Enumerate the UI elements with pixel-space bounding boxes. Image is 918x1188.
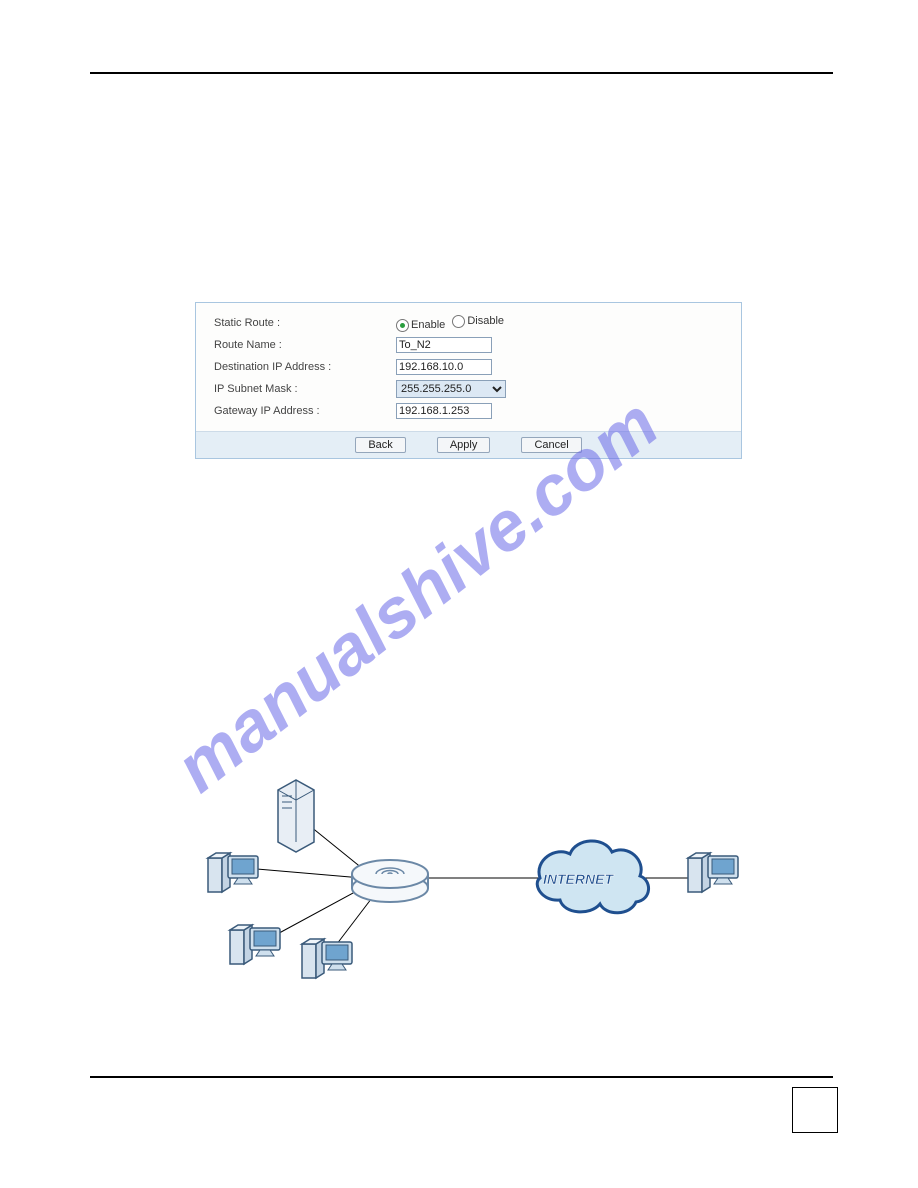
row-dest-ip: Destination IP Address : [214, 357, 723, 377]
back-button[interactable]: Back [355, 437, 405, 453]
server-icon [278, 780, 314, 852]
pc-icon [208, 853, 258, 892]
label-gateway: Gateway IP Address : [214, 405, 396, 417]
static-route-form: Static Route : Enable Disable Route Name… [195, 302, 742, 459]
pc-icon [302, 939, 352, 978]
top-rule [90, 72, 833, 74]
form-body: Static Route : Enable Disable Route Name… [196, 303, 741, 431]
diagram-svg: INTERNET [190, 778, 745, 1008]
cloud-label: INTERNET [543, 871, 614, 887]
label-route-name: Route Name : [214, 339, 396, 351]
gateway-input[interactable] [396, 403, 492, 419]
pc-icon [230, 925, 280, 964]
pc-icon [688, 853, 738, 892]
route-name-input[interactable] [396, 337, 492, 353]
row-static-route: Static Route : Enable Disable [214, 313, 723, 333]
router-icon [352, 860, 428, 902]
label-dest-ip: Destination IP Address : [214, 361, 396, 373]
cancel-button[interactable]: Cancel [521, 437, 581, 453]
radio-disable-dot [452, 315, 465, 328]
dest-ip-input[interactable] [396, 359, 492, 375]
bottom-rule [90, 1076, 833, 1078]
static-route-radios: Enable Disable [396, 315, 508, 332]
apply-button[interactable]: Apply [437, 437, 491, 453]
internet-cloud-icon: INTERNET [537, 841, 648, 913]
network-diagram: INTERNET [190, 778, 745, 1008]
subnet-select[interactable]: 255.255.255.0 [396, 380, 506, 398]
form-footer: Back Apply Cancel [196, 431, 741, 458]
radio-disable-label: Disable [467, 315, 504, 327]
row-subnet: IP Subnet Mask : 255.255.255.0 [214, 379, 723, 399]
row-route-name: Route Name : [214, 335, 723, 355]
label-static-route: Static Route : [214, 317, 396, 329]
radio-enable[interactable]: Enable [396, 319, 445, 332]
radio-enable-dot [396, 319, 409, 332]
radio-disable[interactable]: Disable [452, 315, 504, 328]
row-gateway: Gateway IP Address : [214, 401, 723, 421]
page-number-box [792, 1087, 838, 1133]
label-subnet: IP Subnet Mask : [214, 383, 396, 395]
radio-enable-label: Enable [411, 319, 445, 331]
